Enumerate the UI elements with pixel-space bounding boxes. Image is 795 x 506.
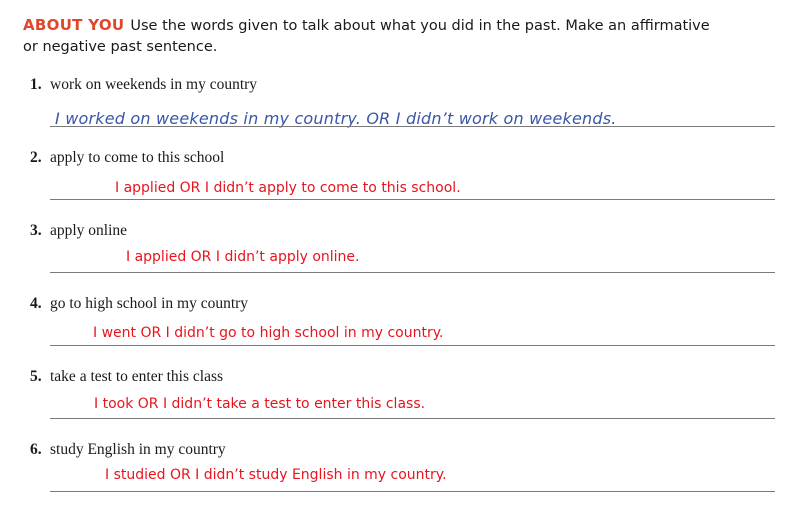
item-number: 2. <box>30 149 42 166</box>
answer-line <box>50 199 775 200</box>
answer-text: I applied OR I didn’t apply online. <box>126 249 360 265</box>
exercise-item-5: 5. take a test to enter this class I took… <box>30 368 775 419</box>
answer-text: I applied OR I didn’t apply to come to t… <box>115 180 461 196</box>
about-you-tag: ABOUT YOU <box>23 16 125 34</box>
answer-text: I studied OR I didn’t study English in m… <box>105 467 447 483</box>
exercise-item-3: 3. apply online I applied OR I didn’t app… <box>30 222 775 273</box>
exercise-item-4: 4. go to high school in my country I went… <box>30 295 775 346</box>
answer-line <box>50 272 775 273</box>
item-prompt: work on weekends in my country <box>50 76 258 93</box>
exercise-item-1: 1. work on weekends in my country I worke… <box>30 76 775 128</box>
item-number: 3. <box>30 222 42 239</box>
answer-text: I went OR I didn’t go to high school in … <box>93 325 444 341</box>
answer-line <box>50 345 775 346</box>
instruction-text: Use the words given to talk about what y… <box>23 18 710 55</box>
answer-line <box>50 491 775 492</box>
item-prompt: apply to come to this school <box>50 149 225 166</box>
exercise-item-2: 2. apply to come to this school I applied… <box>30 149 775 200</box>
item-prompt: apply online <box>50 222 128 239</box>
item-prompt: go to high school in my country <box>50 295 249 312</box>
answer-text: I took OR I didn’t take a test to enter … <box>94 396 426 412</box>
item-number: 5. <box>30 368 42 385</box>
answer-line <box>50 126 775 127</box>
item-prompt: take a test to enter this class <box>50 368 224 385</box>
item-prompt: study English in my country <box>50 441 226 458</box>
item-number: 4. <box>30 295 42 312</box>
instructions: ABOUT YOU Use the words given to talk abo… <box>23 15 723 58</box>
exercise-item-6: 6. study English in my country I studied … <box>30 441 775 492</box>
item-number: 6. <box>30 441 42 458</box>
item-number: 1. <box>30 76 42 93</box>
answer-line <box>50 418 775 419</box>
